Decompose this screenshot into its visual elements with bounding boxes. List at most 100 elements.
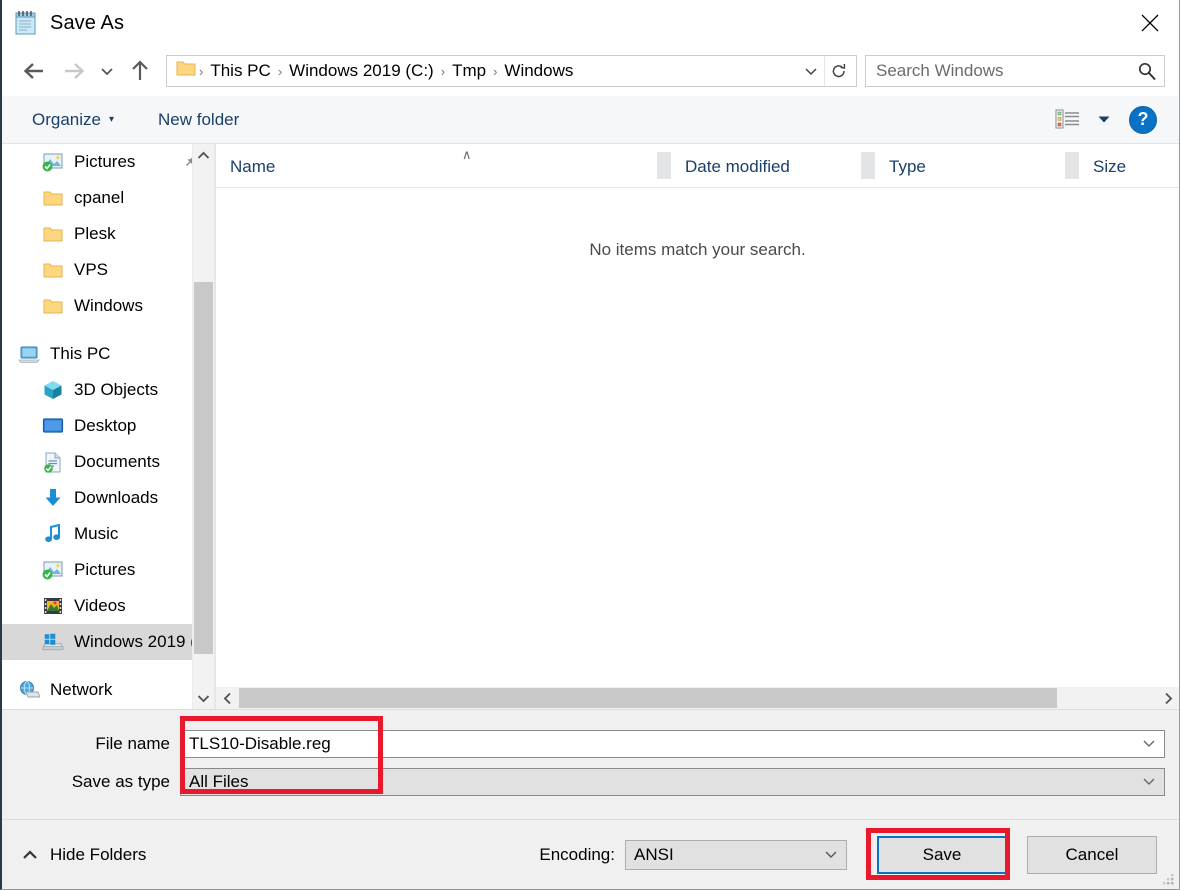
breadcrumb[interactable]: › This PC › Windows 2019 (C:) › Tmp › Wi… [166, 55, 857, 87]
new-folder-label: New folder [158, 109, 240, 129]
sidebar-item-label: Videos [74, 596, 126, 615]
drive-windows-icon [42, 631, 64, 653]
breadcrumb-item-windows[interactable]: Windows [498, 61, 579, 81]
column-header-type[interactable]: Type [875, 144, 1079, 187]
sidebar-item-vps[interactable]: VPS [2, 252, 214, 288]
save-as-type-dropdown[interactable]: All Files [180, 768, 1165, 796]
breadcrumb-item-windows-2019-c[interactable]: Windows 2019 (C:) [283, 61, 440, 81]
organize-label: Organize [32, 109, 101, 129]
organize-button[interactable]: Organize ▾ [22, 103, 124, 137]
sidebar-item-music[interactable]: Music [2, 516, 214, 552]
title-bar: Save As [2, 0, 1179, 46]
sidebar-item-label: Pictures [74, 152, 136, 171]
toolbar: Organize ▾ New folder ? [2, 96, 1179, 144]
recent-locations-chevron-down-icon[interactable] [94, 51, 120, 91]
arrow-up-icon[interactable] [120, 51, 160, 91]
scrollbar-thumb[interactable] [239, 688, 1057, 708]
file-name-input[interactable]: TLS10-Disable.reg [180, 730, 1165, 758]
navigation-bar: › This PC › Windows 2019 (C:) › Tmp › Wi… [2, 46, 1179, 96]
sidebar-item-label: This PC [50, 344, 111, 363]
breadcrumb-item-tmp[interactable]: Tmp [446, 61, 492, 81]
encoding-value: ANSI [634, 844, 674, 864]
scrollbar-thumb[interactable] [194, 282, 213, 654]
chevron-right-icon[interactable] [1157, 687, 1179, 709]
sidebar-item-pictures[interactable]: Pictures [2, 552, 214, 588]
cancel-button[interactable]: Cancel [1027, 835, 1157, 874]
sidebar-item-label: Network [50, 680, 113, 699]
sidebar-item-network[interactable]: Network [2, 672, 214, 708]
search-icon[interactable] [1130, 61, 1164, 81]
save-button[interactable]: Save [877, 835, 1007, 874]
sidebar-item-documents[interactable]: Documents [2, 444, 214, 480]
column-header-name[interactable]: Name ∧ [216, 144, 671, 187]
chevron-down-icon[interactable] [1142, 773, 1156, 791]
resize-grip[interactable] [1161, 872, 1175, 886]
folder-icon [176, 60, 196, 82]
sidebar-scrollbar[interactable] [192, 144, 214, 709]
documents-icon [42, 451, 64, 473]
folder-icon [42, 295, 64, 317]
sidebar-item-label: Windows 2019 ( [74, 632, 196, 651]
sidebar-item-label: Desktop [74, 416, 137, 435]
column-label: Size [1093, 157, 1127, 176]
file-name-label: File name [95, 734, 170, 753]
pictures-icon [42, 559, 64, 581]
column-divider[interactable] [861, 152, 875, 179]
arrow-left-icon[interactable] [14, 51, 54, 91]
sidebar-item-3d-objects[interactable]: 3D Objects [2, 372, 214, 408]
music-icon [42, 523, 64, 545]
sidebar-item-label: cpanel [74, 188, 125, 207]
dialog-footer: Hide Folders Encoding: ANSI Save Cancel [2, 819, 1179, 889]
column-divider[interactable] [1065, 152, 1079, 179]
search-box[interactable] [865, 55, 1165, 87]
desktop-icon [42, 415, 64, 437]
footer-actions: Encoding: ANSI Save Cancel [539, 835, 1179, 874]
file-name-value: TLS10-Disable.reg [189, 734, 331, 753]
refresh-icon[interactable] [824, 56, 852, 86]
chevron-down-icon[interactable] [824, 846, 838, 864]
save-as-dialog: Save As › This PC › Windows 2019 (C:) › … [0, 0, 1180, 890]
content-area: Pictures cpanel Plesk VPS Windows This P… [2, 144, 1179, 709]
sidebar-item-videos[interactable]: Videos [2, 588, 214, 624]
chevron-up-icon[interactable] [193, 144, 214, 166]
help-button[interactable]: ? [1129, 105, 1157, 134]
encoding-dropdown[interactable]: ANSI [625, 839, 847, 870]
column-label: Type [889, 157, 926, 176]
notepad-icon [14, 10, 38, 36]
folder-icon [42, 259, 64, 281]
sidebar-item-this-pc[interactable]: This PC [2, 336, 214, 372]
empty-list-message: No items match your search. [589, 240, 806, 259]
column-divider[interactable] [657, 152, 671, 179]
breadcrumb-item-this-pc[interactable]: This PC [204, 61, 276, 81]
column-header-size[interactable]: Size [1079, 144, 1179, 187]
column-label: Name [230, 157, 276, 176]
pictures-icon [42, 151, 64, 173]
chevron-left-icon[interactable] [216, 687, 238, 709]
hide-folders-button[interactable]: Hide Folders [22, 845, 146, 865]
sidebar-item-label: Documents [74, 452, 160, 471]
search-input[interactable] [876, 61, 1130, 81]
sidebar-item-windows-quick[interactable]: Windows [2, 288, 214, 324]
chevron-down-icon[interactable] [1142, 735, 1156, 753]
save-button-wrapper: Save [877, 835, 1007, 874]
sidebar-item-windows-2019-c[interactable]: Windows 2019 ( [2, 624, 214, 660]
new-folder-button[interactable]: New folder [148, 103, 249, 137]
list-view-icon[interactable] [1055, 108, 1085, 132]
column-header-date-modified[interactable]: Date modified [671, 144, 875, 187]
this-pc-icon [18, 343, 40, 365]
sidebar-item-plesk[interactable]: Plesk [2, 216, 214, 252]
sidebar-item-label: Downloads [74, 488, 159, 507]
folder-icon [42, 223, 64, 245]
sidebar-item-desktop[interactable]: Desktop [2, 408, 214, 444]
file-name-row: File name TLS10-Disable.reg [2, 730, 1179, 758]
sidebar-item-pictures-quick[interactable]: Pictures [2, 144, 214, 180]
close-icon[interactable] [1121, 0, 1179, 46]
file-list-horizontal-scrollbar[interactable] [216, 687, 1179, 709]
videos-icon [42, 595, 64, 617]
sidebar-item-cpanel[interactable]: cpanel [2, 180, 214, 216]
chevron-down-icon[interactable] [193, 687, 214, 709]
arrow-right-icon[interactable] [54, 51, 94, 91]
breadcrumb-chevron-down-icon[interactable] [800, 56, 822, 86]
view-options-chevron-down-icon[interactable] [1097, 111, 1111, 129]
sidebar-item-downloads[interactable]: Downloads [2, 480, 214, 516]
